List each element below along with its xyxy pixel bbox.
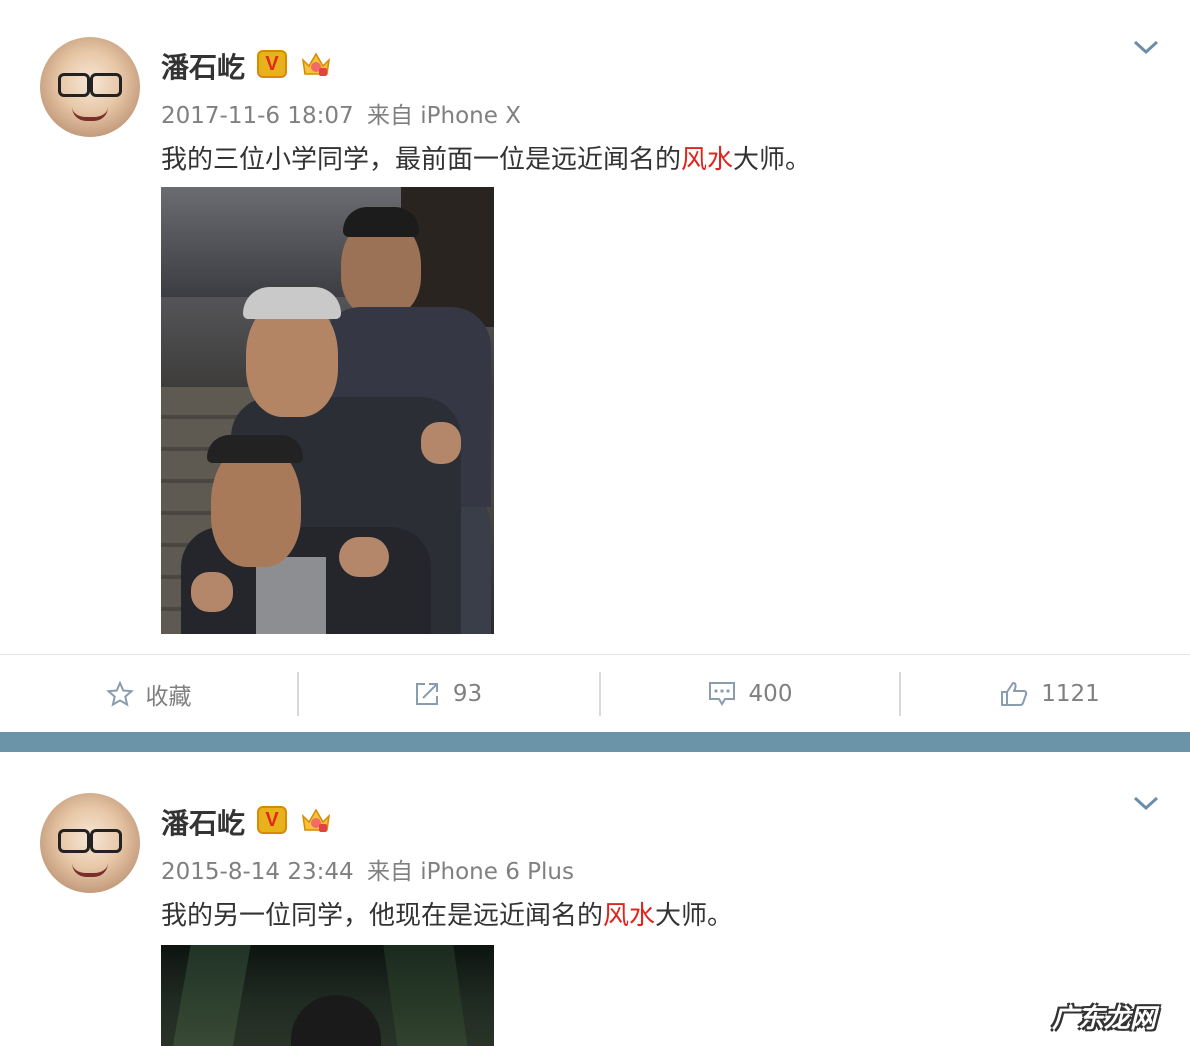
watermark-logo: 广东龙网 [1052, 1004, 1157, 1034]
source-prefix: 来自 [366, 103, 413, 129]
username[interactable]: 潘石屹 [161, 802, 245, 842]
weibo-post: 潘石屹 V 2015-8-14 23:44 来自 iPhone 6 Plus 我… [0, 752, 1190, 1046]
username[interactable]: 潘石屹 [161, 46, 245, 86]
verified-badge[interactable]: V [257, 50, 287, 78]
post-photo[interactable] [161, 945, 494, 1046]
avatar[interactable] [40, 793, 140, 893]
crown-icon[interactable] [300, 806, 332, 834]
comment-icon [708, 682, 735, 706]
action-bar: 收藏 93 400 1121 [0, 654, 1190, 733]
chevron-down-icon[interactable] [1132, 793, 1160, 813]
timestamp[interactable]: 2017-11-6 18:07 [161, 103, 354, 129]
keyword-link[interactable]: 风水 [603, 901, 655, 931]
comment-button[interactable]: 400 [601, 655, 898, 733]
source-device[interactable]: iPhone X [420, 103, 521, 129]
post-text: 我的另一位同学，他现在是远近闻名的风水大师。 [161, 901, 734, 931]
thumbs-up-icon [1001, 682, 1028, 706]
weibo-post: 潘石屹 V 2017-11-6 18:07 来自 iPhone X 我的三位小学… [0, 0, 1190, 732]
repost-icon [415, 683, 438, 705]
feed-separator [0, 732, 1190, 752]
post-meta: 2015-8-14 23:44 来自 iPhone 6 Plus [161, 852, 574, 886]
keyword-link[interactable]: 风水 [681, 145, 733, 175]
favorite-button[interactable]: 收藏 [0, 655, 297, 733]
post-photo[interactable] [161, 187, 494, 634]
chevron-down-icon[interactable] [1132, 37, 1160, 57]
verified-badge[interactable]: V [257, 806, 287, 834]
repost-button[interactable]: 93 [299, 655, 596, 733]
source-device[interactable]: iPhone 6 Plus [420, 859, 574, 885]
source-prefix: 来自 [366, 859, 413, 885]
post-meta: 2017-11-6 18:07 来自 iPhone X [161, 96, 521, 130]
post-text: 我的三位小学同学，最前面一位是远近闻名的风水大师。 [161, 145, 812, 175]
like-button[interactable]: 1121 [901, 655, 1190, 733]
timestamp[interactable]: 2015-8-14 23:44 [161, 859, 354, 885]
star-icon [105, 680, 134, 707]
avatar[interactable] [40, 37, 140, 137]
crown-icon[interactable] [300, 50, 332, 78]
